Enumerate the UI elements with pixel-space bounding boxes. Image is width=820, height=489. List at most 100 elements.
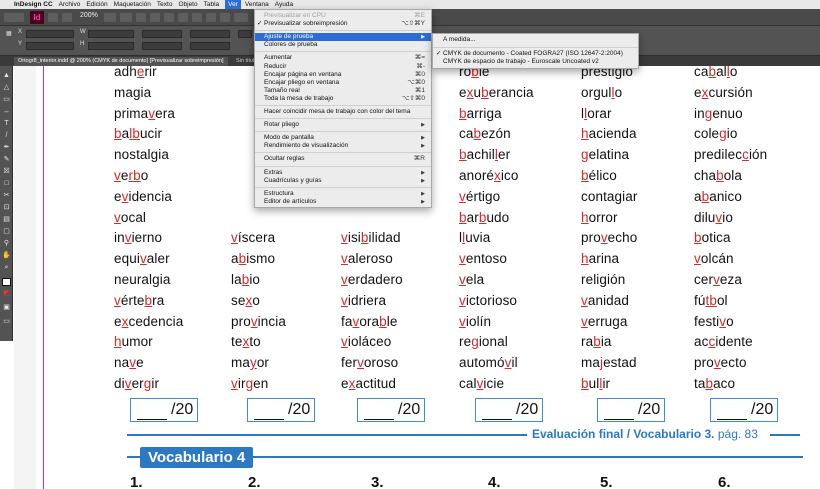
menu-shortcut: ⌥⇧⌘Y <box>401 20 425 28</box>
zoom-level[interactable]: 200% <box>80 12 98 19</box>
view-menu-item-label: Estructura <box>264 189 294 197</box>
transform-tool-icon[interactable]: ⊡ <box>2 204 11 212</box>
view-menu-item-label: Previsualizar sobreimpresión <box>264 20 348 28</box>
grid-icon[interactable] <box>136 13 146 22</box>
zoom-tool-icon[interactable]: ⌕ <box>2 264 11 272</box>
menu-ventana[interactable]: Ventana <box>245 0 275 9</box>
menu-tabla[interactable]: Tabla <box>204 0 226 9</box>
menu-archivo[interactable]: Archivo <box>59 0 87 9</box>
proof-option[interactable]: ✓ CMYK de documento - Coated FOGRA27 (ISO… <box>433 50 638 58</box>
fill-swatch[interactable] <box>2 278 11 286</box>
number-3: 3. <box>371 474 384 489</box>
scissors-tool-icon[interactable]: ✂ <box>2 192 11 200</box>
scale-x-field[interactable] <box>142 30 182 38</box>
scale-y-field[interactable] <box>142 42 182 50</box>
view-menu-item[interactable]: Rotar pliego ▶ <box>255 121 431 129</box>
window-controls[interactable] <box>4 13 24 22</box>
h-field[interactable] <box>88 42 134 50</box>
section-title: Vocabulario 4 <box>140 447 254 468</box>
rectangle-tool-icon[interactable]: □ <box>2 180 11 188</box>
view-menu-item[interactable]: Encajar página en ventana ⌘0 <box>255 71 431 79</box>
view-menu-item[interactable]: Ocultar reglas ⌘R <box>255 155 431 163</box>
swatches-icon[interactable] <box>220 13 230 22</box>
view-menu-item[interactable]: Encajar pliego en ventana ⌥⌘0 <box>255 79 431 87</box>
view-menu-item[interactable]: Aumentar ⌘= <box>255 54 431 62</box>
worksheet-word: religión <box>581 272 626 287</box>
text-icon[interactable] <box>178 13 188 22</box>
view-menu-item[interactable]: Editor de artículos ▶ <box>255 198 431 206</box>
worksheet-word: magia <box>114 84 152 100</box>
menu-edicion[interactable]: Edición <box>86 0 113 9</box>
worksheet-word: equivaler <box>114 251 170 267</box>
pencil-tool-icon[interactable]: ✎ <box>2 156 11 164</box>
formatting-icon[interactable]: ▣ <box>2 304 11 312</box>
screen-mode-icon[interactable] <box>104 13 116 22</box>
menu-ver[interactable]: Ver <box>225 0 241 9</box>
layout-icon[interactable] <box>150 13 160 22</box>
menu-shortcut: ⌘R <box>413 155 425 163</box>
number-5: 5. <box>600 474 613 489</box>
view-menu-item[interactable]: Hacer coincidir mesa de trabajo con colo… <box>255 108 431 116</box>
score-box: /20 <box>130 398 198 422</box>
view-menu-item[interactable]: Modo de pantalla ▶ <box>255 134 431 142</box>
proof-option[interactable]: A medida... <box>433 36 638 44</box>
flip-icon[interactable] <box>238 30 252 38</box>
panel-icon[interactable] <box>234 13 248 22</box>
arrange-documents-icon[interactable] <box>120 13 132 22</box>
gap-tool-icon[interactable]: ↔ <box>2 108 11 116</box>
view-menu-item-label: Extras <box>264 168 283 176</box>
rectangle-frame-tool-icon[interactable]: ☒ <box>2 168 11 176</box>
eyedropper-tool-icon[interactable]: ⚲ <box>2 240 11 248</box>
view-menu-item[interactable]: Toda la mesa de trabajo ⌥⇧⌘0 <box>255 95 431 103</box>
view-menu-item[interactable]: Colores de prueba <box>255 41 431 49</box>
menu-separator <box>255 186 431 188</box>
view-menu-item[interactable]: Reducir ⌘- <box>255 63 431 71</box>
selection-tool-icon[interactable]: ▲ <box>2 72 11 80</box>
screen-mode-tool-icon[interactable]: ▭ <box>2 318 11 326</box>
menu-texto[interactable]: Texto <box>157 0 179 9</box>
x-field[interactable] <box>26 30 74 38</box>
submenu-arrow-icon: ▶ <box>421 122 425 129</box>
view-menu-item[interactable]: Rendimiento de visualización ▶ <box>255 142 431 150</box>
view-menu-item[interactable]: Estructura ▶ <box>255 190 431 198</box>
type-tool-icon[interactable]: T <box>2 120 11 128</box>
worksheet-word: fervoroso <box>341 355 399 371</box>
reference-point-icon[interactable]: ▦ <box>6 30 12 37</box>
menu-app-name[interactable]: InDesign CC <box>14 0 59 9</box>
stroke-swatch[interactable]: ◩ <box>2 290 11 298</box>
worksheet-word: provecto <box>694 355 747 371</box>
direct-selection-tool-icon[interactable]: △ <box>2 84 11 92</box>
pen-tool-icon[interactable]: ✒ <box>2 144 11 152</box>
shear-field[interactable] <box>190 42 230 50</box>
menu-objeto[interactable]: Objeto <box>178 0 203 9</box>
frame-icon[interactable] <box>164 13 174 22</box>
y-field[interactable] <box>26 42 74 50</box>
view-menu-item[interactable]: Tamaño real ⌘1 <box>255 87 431 95</box>
w-field[interactable] <box>88 30 134 38</box>
view-options-icon[interactable] <box>62 13 72 22</box>
gradient-tool-icon[interactable]: ▤ <box>2 216 11 224</box>
proof-option[interactable]: CMYK de espacio de trabajo - Euroscale U… <box>433 58 638 66</box>
note-tool-icon[interactable]: ▢ <box>2 228 11 236</box>
tab-document[interactable]: Ortogr8_interior.indd @ 200% (CMYK de do… <box>14 57 228 66</box>
menu-separator <box>255 51 431 53</box>
view-menu-item[interactable]: Extras ▶ <box>255 169 431 177</box>
worksheet-word: excedencia <box>114 313 184 329</box>
page-tool-icon[interactable]: ▭ <box>2 96 11 104</box>
worksheet-word: nostalgia <box>114 147 169 163</box>
color-icon[interactable] <box>206 13 216 22</box>
worksheet-word: labio <box>231 272 261 287</box>
worksheet-word: vanidad <box>581 292 629 308</box>
line-tool-icon[interactable]: / <box>2 132 11 140</box>
menu-maquetacion[interactable]: Maquetación <box>114 0 157 9</box>
rotation-field[interactable] <box>190 30 230 38</box>
view-menu-item[interactable]: Cuadrículas y guías ▶ <box>255 177 431 185</box>
bridge-icon[interactable] <box>48 13 58 22</box>
view-menu-item[interactable]: ✓ Previsualizar sobreimpresión ⌥⇧⌘Y <box>255 20 431 28</box>
menu-ayuda[interactable]: Ayuda <box>275 0 299 9</box>
hand-tool-icon[interactable]: ✋ <box>2 252 11 260</box>
align-icon[interactable] <box>192 13 202 22</box>
view-menu-item[interactable]: Ajuste de prueba ▶ <box>255 33 431 42</box>
submenu-arrow-icon: ▶ <box>421 190 425 197</box>
worksheet-word: abanico <box>694 188 742 204</box>
